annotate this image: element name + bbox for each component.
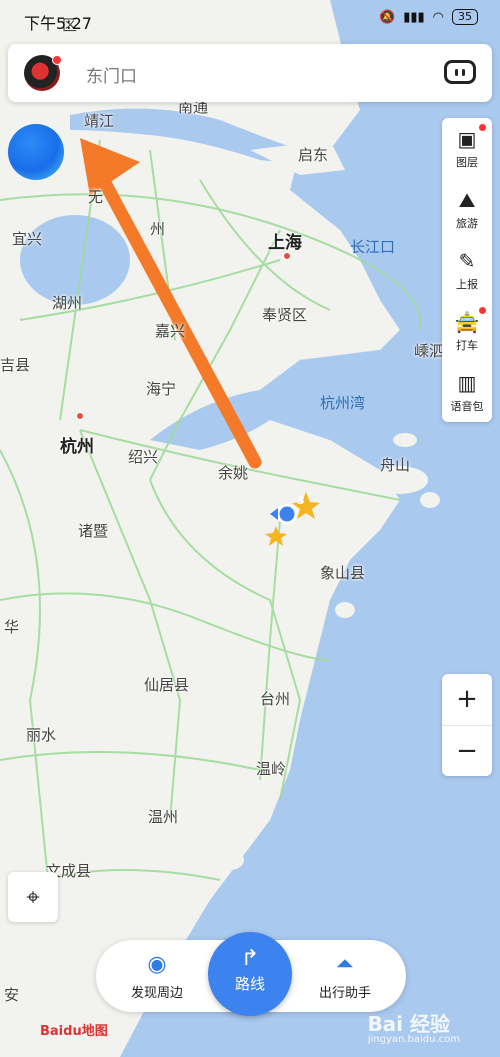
map-label-an: 安: [4, 986, 20, 1004]
map-label-shanghai: 上海: [268, 233, 302, 253]
travel-label: 旅游: [456, 217, 478, 230]
map-canvas[interactable]: 区 靖江 南通 启东 无 州 宜兴 上海 长江口 湖州 奉贤区 嘉兴 嵊泗 吉县…: [0, 0, 500, 1057]
taxi-icon: 🚖: [454, 310, 480, 334]
map-label-huzhou: 湖州: [52, 294, 83, 312]
voice-pack-label: 语音包: [450, 400, 484, 413]
map-label-shengsi: 嵊泗: [414, 342, 445, 360]
zoom-control: + −: [442, 674, 492, 776]
map-toolbar: ▣ 图层 ⛰ 旅游 ✎ 上报 🚖 打车 ▥ 语音包: [442, 118, 492, 422]
map-label-yuyao: 余姚: [218, 464, 249, 482]
map-label-fengxian: 奉贤区: [262, 306, 308, 324]
status-time: 下午5:27: [24, 14, 92, 33]
map-label-qidong: 启东: [298, 146, 329, 164]
map-label-taizhou: 台州: [260, 690, 291, 708]
baidu-map-logo: Baidu地图: [40, 1020, 108, 1039]
locate-button[interactable]: ⌖: [8, 872, 58, 922]
taxi-button[interactable]: 🚖 打车: [442, 301, 492, 361]
current-location-marker[interactable]: [276, 503, 298, 525]
crosshair-icon: ⌖: [26, 883, 40, 911]
star-cluster-count: 3: [297, 494, 305, 507]
voice-pack-button[interactable]: ▥ 语音包: [442, 362, 492, 422]
travel-button[interactable]: ⛰ 旅游: [442, 179, 492, 239]
logo-map: 地图: [81, 1024, 108, 1039]
wifi-icon: ◠: [432, 9, 444, 25]
map-label-zhoushan: 舟山: [380, 456, 411, 474]
mute-icon: 🔕: [379, 9, 396, 25]
logo-bai: Bai: [40, 1024, 64, 1039]
zoom-in-button[interactable]: +: [442, 674, 492, 726]
map-label-wenzhou: 温州: [148, 808, 179, 826]
floating-assistant-ball[interactable]: [8, 124, 64, 180]
map-label-xianju: 仙居县: [144, 676, 190, 694]
map-label-shaoxing: 绍兴: [128, 448, 159, 466]
signal-icon: ▮▮▮: [403, 9, 425, 25]
map-label-xiangshan: 象山县: [320, 564, 366, 582]
notification-dot: [52, 55, 62, 65]
travel-icon: ⛰: [458, 188, 476, 212]
voice-assistant-icon[interactable]: [444, 60, 476, 84]
avatar[interactable]: [24, 55, 62, 91]
logo-du: du: [63, 1024, 82, 1039]
layers-label: 图层: [456, 156, 478, 169]
map-background: [0, 0, 500, 1057]
report-button[interactable]: ✎ 上报: [442, 240, 492, 300]
map-label-wuxi-part: 无: [88, 188, 104, 206]
battery-icon: 35: [452, 9, 478, 25]
status-bar: 下午5:27 🔕 ▮▮▮ ◠ 35: [0, 0, 500, 40]
travel-assistant-button[interactable]: ⏶ 出行助手: [300, 952, 390, 1001]
map-label-haining: 海宁: [146, 380, 177, 398]
discover-label: 发现周边: [130, 986, 183, 1001]
report-label: 上报: [456, 278, 478, 291]
map-label-wenling: 温岭: [256, 760, 287, 778]
search-bar[interactable]: 东门口: [8, 44, 492, 102]
map-label-changjiangkou: 长江口: [350, 238, 396, 256]
layers-icon: ▣: [457, 127, 477, 151]
route-label: 路线: [234, 975, 265, 993]
watermark-sub: jingyan.baidu.com: [367, 1034, 460, 1045]
route-button[interactable]: ↱ 路线: [208, 932, 292, 1016]
map-label-jiaxing: 嘉兴: [155, 322, 186, 340]
edit-icon: ✎: [458, 249, 476, 273]
map-label-hangzhouwan: 杭州湾: [320, 394, 366, 412]
map-label-yixing: 宜兴: [12, 230, 43, 248]
map-label-anji: 吉县: [0, 356, 31, 374]
map-label-jingjiang: 靖江: [84, 112, 115, 130]
watermark: Bai 经验: [367, 1012, 450, 1036]
taxi-badge: [479, 307, 486, 314]
map-label-hua: 华: [4, 618, 20, 636]
layers-badge: [479, 124, 486, 131]
map-label-suzhou-part: 州: [150, 220, 166, 238]
taxi-label: 打车: [456, 339, 478, 352]
assistant-label: 出行助手: [318, 986, 371, 1001]
zoom-out-button[interactable]: −: [442, 726, 492, 777]
map-label-hangzhou: 杭州: [60, 437, 94, 457]
map-label-zhuji: 诸暨: [78, 522, 109, 540]
chevrons-up-icon: ⏶: [336, 952, 354, 977]
voice-pack-icon: ▥: [457, 371, 477, 395]
eye-icon: ◉: [147, 952, 167, 977]
discover-nearby-button[interactable]: ◉ 发现周边: [112, 952, 202, 1001]
map-label-lishui: 丽水: [26, 726, 57, 744]
search-placeholder[interactable]: 东门口: [86, 62, 137, 87]
turn-arrow-icon: ↱: [240, 946, 260, 971]
layers-button[interactable]: ▣ 图层: [442, 118, 492, 178]
